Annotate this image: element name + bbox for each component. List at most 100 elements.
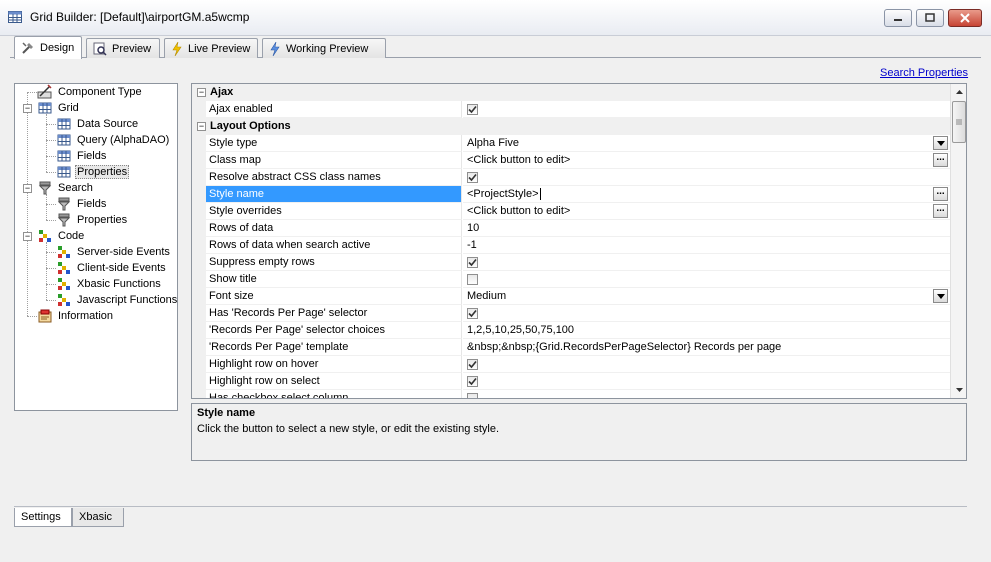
close-button[interactable] bbox=[948, 9, 982, 27]
tree-item-grid-fields[interactable]: Fields bbox=[56, 148, 108, 164]
property-row-selected[interactable]: Style name <ProjectStyle> ... bbox=[192, 186, 950, 203]
property-row[interactable]: Style overrides <Click button to edit> .… bbox=[192, 203, 950, 220]
description-text: Click the button to select a new style, … bbox=[197, 423, 500, 435]
tree-item-search-properties[interactable]: Properties bbox=[56, 212, 129, 228]
scroll-up-button[interactable] bbox=[952, 84, 966, 100]
property-value[interactable] bbox=[463, 373, 950, 390]
tree-item-search[interactable]: Search bbox=[37, 180, 95, 196]
property-row[interactable]: Resolve abstract CSS class names bbox=[192, 169, 950, 186]
property-value[interactable]: &nbsp;&nbsp;{Grid.RecordsPerPageSelector… bbox=[463, 339, 950, 356]
bottom-tab-divider bbox=[14, 506, 967, 507]
property-value[interactable]: 10 bbox=[463, 220, 950, 237]
property-value[interactable] bbox=[463, 169, 950, 186]
records-per-page-selector-checkbox[interactable] bbox=[467, 308, 478, 319]
tree-item-javascript-functions[interactable]: Javascript Functions bbox=[56, 292, 177, 308]
property-row[interactable]: Class map <Click button to edit> ... bbox=[192, 152, 950, 169]
tree-collapse-search[interactable]: − bbox=[23, 184, 32, 193]
highlight-hover-checkbox[interactable] bbox=[467, 359, 478, 370]
property-row[interactable]: Show title bbox=[192, 271, 950, 288]
tree-item-grid-properties[interactable]: Properties bbox=[56, 164, 130, 180]
collapse-icon[interactable]: − bbox=[197, 122, 206, 131]
resolve-css-checkbox[interactable] bbox=[467, 172, 478, 183]
tree-item-component-type[interactable]: Component Type bbox=[37, 84, 144, 100]
style-overrides-ellipsis-button[interactable]: ... bbox=[933, 204, 948, 218]
property-name: 'Records Per Page' template bbox=[206, 339, 462, 356]
property-row[interactable]: 'Records Per Page' template &nbsp;&nbsp;… bbox=[192, 339, 950, 356]
tree-collapse-grid[interactable]: − bbox=[23, 104, 32, 113]
property-value[interactable] bbox=[463, 271, 950, 288]
style-name-input[interactable]: <ProjectStyle> bbox=[463, 186, 950, 203]
property-value[interactable]: Medium bbox=[463, 288, 950, 305]
tree-item-label: Properties bbox=[77, 214, 128, 226]
description-panel: Style name Click the button to select a … bbox=[191, 403, 967, 461]
property-value[interactable]: Alpha Five bbox=[463, 135, 950, 152]
scroll-down-button[interactable] bbox=[952, 382, 966, 398]
tree-item-data-source[interactable]: Data Source bbox=[56, 116, 140, 132]
tree-item-code[interactable]: Code bbox=[37, 228, 86, 244]
restore-button[interactable] bbox=[916, 9, 944, 27]
property-name: Rows of data bbox=[206, 220, 462, 237]
tree-item-label: Xbasic Functions bbox=[77, 278, 161, 290]
property-value[interactable] bbox=[463, 390, 950, 398]
property-name: Ajax enabled bbox=[206, 101, 462, 118]
property-row[interactable]: Suppress empty rows bbox=[192, 254, 950, 271]
property-row[interactable]: Highlight row on select bbox=[192, 373, 950, 390]
property-row[interactable]: Ajax enabled bbox=[192, 101, 950, 118]
property-row[interactable]: Has 'Records Per Page' selector bbox=[192, 305, 950, 322]
tree-item-client-side-events[interactable]: Client-side Events bbox=[56, 260, 168, 276]
tree-item-xbasic-functions[interactable]: Xbasic Functions bbox=[56, 276, 163, 292]
property-value[interactable]: -1 bbox=[463, 237, 950, 254]
property-value[interactable] bbox=[463, 305, 950, 322]
ajax-enabled-checkbox[interactable] bbox=[467, 104, 478, 115]
property-row[interactable]: 'Records Per Page' selector choices 1,2,… bbox=[192, 322, 950, 339]
tab-preview[interactable]: Preview bbox=[86, 38, 160, 58]
property-value[interactable] bbox=[463, 101, 950, 118]
tree-item-server-side-events[interactable]: Server-side Events bbox=[56, 244, 172, 260]
class-map-ellipsis-button[interactable]: ... bbox=[933, 153, 948, 167]
tree-item-search-fields[interactable]: Fields bbox=[56, 196, 108, 212]
property-grid-scrollbar[interactable] bbox=[950, 84, 966, 398]
search-properties-link[interactable]: Search Properties bbox=[880, 67, 968, 79]
collapse-icon[interactable]: − bbox=[197, 88, 206, 97]
component-tree[interactable]: − − − Component Type Grid Data Source Qu… bbox=[14, 83, 178, 411]
scroll-thumb[interactable] bbox=[952, 101, 966, 143]
tab-settings-label: Settings bbox=[21, 511, 61, 523]
property-value: <ProjectStyle> bbox=[467, 188, 539, 200]
show-title-checkbox[interactable] bbox=[467, 274, 478, 285]
style-type-dropdown-button[interactable] bbox=[933, 136, 948, 150]
property-value[interactable] bbox=[463, 356, 950, 373]
font-size-dropdown-button[interactable] bbox=[933, 289, 948, 303]
property-row[interactable]: Font size Medium bbox=[192, 288, 950, 305]
property-row[interactable]: Rows of data 10 bbox=[192, 220, 950, 237]
highlight-select-checkbox[interactable] bbox=[467, 376, 478, 387]
category-label: Ajax bbox=[210, 86, 234, 98]
tab-live-preview[interactable]: Live Preview bbox=[164, 38, 258, 58]
suppress-empty-rows-checkbox[interactable] bbox=[467, 257, 478, 268]
checkmark-icon bbox=[468, 105, 477, 114]
tree-item-grid[interactable]: Grid bbox=[37, 100, 81, 116]
category-layout-options[interactable]: − Layout Options bbox=[192, 118, 950, 135]
property-value[interactable]: <Click button to edit> bbox=[463, 203, 950, 220]
style-name-ellipsis-button[interactable]: ... bbox=[933, 187, 948, 201]
property-row[interactable]: Highlight row on hover bbox=[192, 356, 950, 373]
tree-item-label: Code bbox=[58, 230, 85, 242]
property-value[interactable]: <Click button to edit> bbox=[463, 152, 950, 169]
property-row[interactable]: Has checkbox select column bbox=[192, 390, 950, 398]
tab-settings[interactable]: Settings bbox=[14, 508, 72, 527]
minimize-button[interactable] bbox=[884, 9, 912, 27]
property-grid[interactable]: − Ajax Ajax enabled − Layout Options Sty… bbox=[191, 83, 967, 399]
tree-item-information[interactable]: Information bbox=[37, 308, 115, 324]
tab-xbasic[interactable]: Xbasic bbox=[72, 508, 124, 527]
tab-design[interactable]: Design bbox=[14, 36, 82, 59]
property-name: Style overrides bbox=[206, 203, 462, 220]
property-value[interactable]: 1,2,5,10,25,50,75,100 bbox=[463, 322, 950, 339]
property-name: 'Records Per Page' selector choices bbox=[206, 322, 462, 339]
property-row[interactable]: Rows of data when search active -1 bbox=[192, 237, 950, 254]
property-value[interactable] bbox=[463, 254, 950, 271]
tab-working-preview[interactable]: Working Preview bbox=[262, 38, 386, 58]
property-row[interactable]: Style type Alpha Five bbox=[192, 135, 950, 152]
tree-collapse-code[interactable]: − bbox=[23, 232, 32, 241]
category-ajax[interactable]: − Ajax bbox=[192, 84, 950, 101]
tree-item-query[interactable]: Query (AlphaDAO) bbox=[56, 132, 171, 148]
checkbox-select-column-checkbox[interactable] bbox=[467, 393, 478, 398]
